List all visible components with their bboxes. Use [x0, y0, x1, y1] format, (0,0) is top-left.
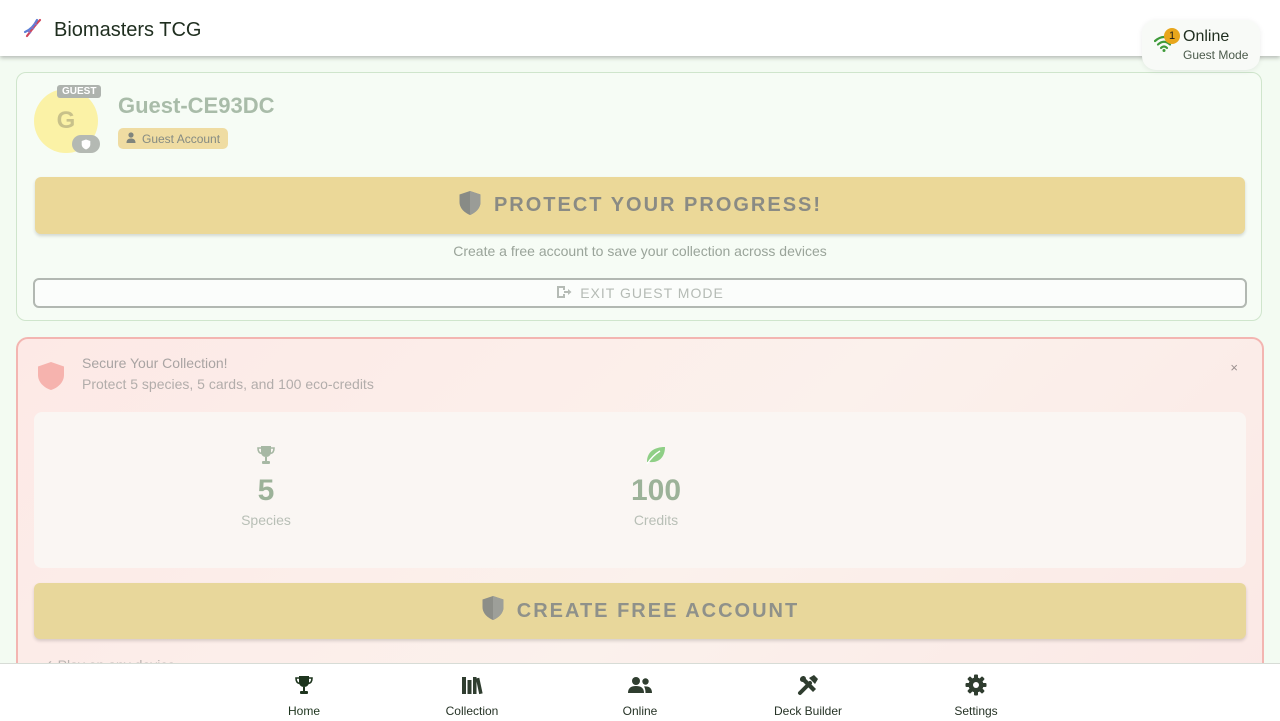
leaf-icon — [596, 444, 716, 466]
protect-progress-button[interactable]: PROTECT YOUR PROGRESS! — [35, 177, 1245, 234]
credits-count: 100 — [630, 474, 682, 507]
shield-icon — [458, 190, 482, 222]
protect-subtext: Create a free account to save your colle… — [453, 243, 827, 259]
close-button[interactable]: × — [1224, 359, 1244, 376]
create-account-button[interactable]: CREATE FREE ACCOUNT — [34, 583, 1246, 639]
users-icon — [580, 674, 700, 696]
nav-deck-builder[interactable]: Deck Builder — [748, 674, 868, 718]
nav-settings[interactable]: Settings — [916, 674, 1036, 718]
exit-button-label: EXIT GUEST MODE — [580, 285, 724, 301]
guest-tag: GUEST — [57, 85, 102, 98]
profile-card: G GUEST Guest-CE93DC Guest Account PROTE… — [16, 72, 1262, 321]
avatar-letter: G — [56, 107, 76, 134]
stat-species: 5 Species — [206, 444, 326, 528]
stats-panel: 5 Species 100 Credits — [34, 412, 1246, 568]
nav-home[interactable]: Home — [244, 674, 364, 718]
account-type-chip: Guest Account — [118, 128, 229, 149]
shield-icon — [72, 135, 100, 153]
gear-icon — [916, 674, 1036, 696]
trophy-icon — [244, 674, 364, 696]
app-title: Biomasters TCG — [54, 19, 202, 41]
username: Guest-CE93DC — [118, 93, 275, 118]
dna-icon — [22, 17, 44, 44]
connection-status[interactable]: 1 Online Guest Mode — [1142, 20, 1260, 70]
species-count: 5 — [257, 474, 275, 507]
connection-label: Online — [1183, 28, 1230, 45]
nav-collection-label: Collection — [445, 704, 499, 718]
stat-credits: 100 Credits — [596, 444, 716, 528]
species-label: Species — [241, 512, 291, 528]
secure-title: Secure Your Collection! — [82, 355, 228, 371]
account-chip-label: Guest Account — [142, 131, 221, 146]
sign-out-icon — [556, 285, 572, 302]
library-icon — [412, 674, 532, 696]
tools-icon — [748, 674, 868, 696]
nav-online[interactable]: Online — [580, 674, 700, 718]
nav-deck-builder-label: Deck Builder — [773, 704, 843, 718]
exit-guest-mode-button[interactable]: EXIT GUEST MODE — [33, 278, 1247, 308]
nav-home-label: Home — [287, 704, 320, 718]
shield-icon — [481, 595, 505, 627]
user-icon — [126, 131, 136, 146]
bottom-nav: Home Collection Online Deck Builder Sett… — [0, 663, 1280, 721]
secure-description: Protect 5 species, 5 cards, and 100 eco-… — [82, 376, 374, 392]
shield-icon — [36, 361, 66, 396]
nav-online-label: Online — [622, 704, 658, 718]
nav-collection[interactable]: Collection — [412, 674, 532, 718]
mode-label: Guest Mode — [1183, 48, 1249, 62]
credits-label: Credits — [633, 512, 679, 528]
notification-badge: 1 — [1164, 28, 1180, 44]
create-button-label: CREATE FREE ACCOUNT — [516, 599, 800, 622]
nav-settings-label: Settings — [954, 704, 998, 718]
brand[interactable]: Biomasters TCG — [22, 17, 201, 44]
protect-button-label: PROTECT YOUR PROGRESS! — [493, 194, 823, 216]
trophy-icon — [206, 444, 326, 466]
secure-collection-card: Secure Your Collection! Protect 5 specie… — [16, 337, 1264, 697]
app-header: Biomasters TCG 1 Online Guest Mode — [0, 0, 1280, 70]
